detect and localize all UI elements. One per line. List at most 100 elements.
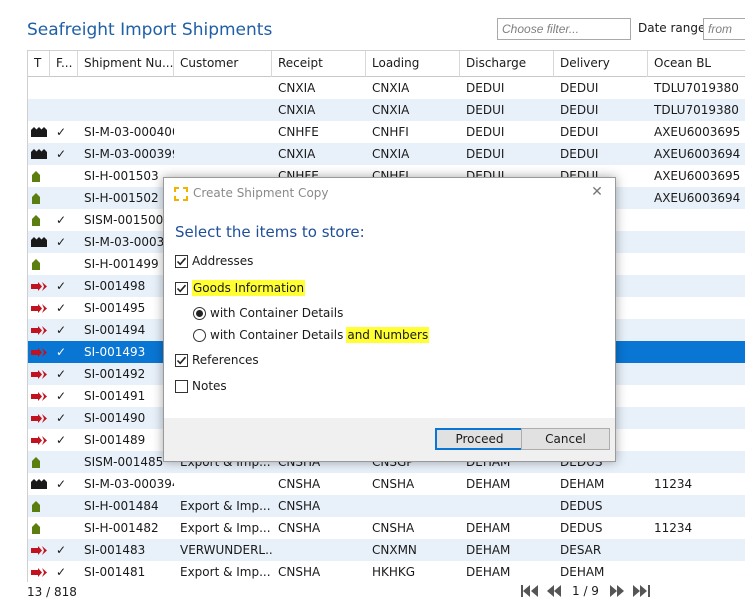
col-f-cell bbox=[50, 495, 78, 517]
page-indicator: 1 / 9 bbox=[572, 584, 599, 598]
table-row[interactable]: SI-H-001484 Export & Imp... CNSHA DEDUS bbox=[28, 495, 745, 517]
table-row[interactable]: CNXIA CNXIA DEDUI DEDUI TDLU7019380 bbox=[28, 99, 745, 121]
filter-input[interactable] bbox=[497, 18, 631, 40]
references-checkbox[interactable] bbox=[175, 353, 188, 367]
first-page-icon[interactable] bbox=[520, 583, 540, 599]
col-loading-header[interactable]: Loading bbox=[366, 51, 460, 77]
app-logo-icon bbox=[173, 186, 189, 205]
table-row[interactable]: ✓ SI-001483 VERWUNDERL... CNXMN DEHAM DESAR bbox=[28, 539, 745, 561]
col-shipment-number-cell: SI-M-03-000398 bbox=[84, 235, 174, 249]
notes-option[interactable]: Notes bbox=[175, 379, 227, 393]
table-row[interactable]: CNXIA CNXIA DEDUI DEDUI TDLU7019380 bbox=[28, 77, 745, 99]
notes-label: Notes bbox=[192, 379, 227, 393]
single-container-icon bbox=[31, 451, 41, 473]
with-container-details-and-numbers-option[interactable]: with Container Details and Numbers bbox=[193, 327, 430, 343]
col-discharge-cell: DEDUI bbox=[466, 125, 505, 139]
addresses-checkbox[interactable] bbox=[175, 254, 188, 268]
col-ocean-bl-cell bbox=[648, 429, 745, 451]
transfer-arrow-icon bbox=[31, 407, 47, 429]
col-receipt-cell: CNXIA bbox=[278, 81, 316, 95]
table-row[interactable]: ✓ SI-M-03-000399 CNXIA CNXIA DEDUI DEDUI AXEU6… bbox=[28, 143, 745, 165]
with-container-details-option[interactable]: with Container Details bbox=[193, 306, 343, 320]
col-delivery-cell: DEDUS bbox=[560, 499, 603, 513]
col-shipment-number-cell: SISM-001485 bbox=[84, 455, 164, 469]
table-row[interactable]: SI-H-001482 Export & Imp... CNSHA CNSHA DEHA… bbox=[28, 517, 745, 539]
col-f-cell bbox=[50, 517, 78, 539]
grid-header: T F... Shipment Nu... Customer Receipt Loadin… bbox=[28, 51, 745, 77]
col-loading-cell bbox=[366, 495, 460, 517]
goods-information-option[interactable]: Goods Information bbox=[175, 280, 306, 296]
col-discharge-cell: DEHAM bbox=[466, 543, 511, 557]
col-customer-header[interactable]: Customer bbox=[174, 51, 272, 77]
col-shipment-number-cell: SI-001483 bbox=[84, 543, 146, 557]
pager: 1 / 9 bbox=[520, 583, 651, 599]
col-ocean-bl-cell bbox=[648, 451, 745, 473]
col-customer-cell: VERWUNDERL... bbox=[180, 543, 272, 557]
col-discharge-cell: DEHAM bbox=[466, 565, 511, 579]
col-discharge-cell: DEDUI bbox=[466, 103, 505, 117]
next-page-icon[interactable] bbox=[607, 583, 627, 599]
col-receipt-cell bbox=[272, 539, 366, 561]
col-shipment-number-cell: SI-001491 bbox=[84, 389, 146, 403]
goods-information-label: Goods Information bbox=[192, 280, 306, 296]
close-icon[interactable]: ✕ bbox=[587, 182, 607, 202]
single-container-icon bbox=[31, 517, 41, 539]
addresses-label: Addresses bbox=[192, 254, 254, 268]
col-f-cell: ✓ bbox=[56, 411, 67, 425]
col-ocean-bl-cell bbox=[648, 297, 745, 319]
col-customer-cell bbox=[174, 121, 272, 143]
col-shipment-number-cell: SISM-001500 bbox=[84, 213, 164, 227]
col-f-cell bbox=[50, 187, 78, 209]
col-shipment-number-cell bbox=[78, 77, 174, 99]
col-shipment-number-header[interactable]: Shipment Nu... bbox=[78, 51, 174, 77]
col-customer-cell bbox=[174, 473, 272, 495]
col-f-cell: ✓ bbox=[56, 323, 67, 337]
col-type-header[interactable]: T bbox=[28, 51, 50, 77]
col-delivery-cell: DEHAM bbox=[560, 477, 605, 491]
transfer-arrow-icon bbox=[31, 385, 47, 407]
col-shipment-number-cell: SI-M-03-000394 bbox=[84, 477, 174, 491]
col-f-cell: ✓ bbox=[56, 565, 67, 579]
col-delivery-cell: DEDUI bbox=[560, 81, 599, 95]
col-shipment-number-cell: SI-001489 bbox=[84, 433, 146, 447]
col-ocean-bl-header[interactable]: Ocean BL bbox=[648, 51, 745, 77]
addresses-option[interactable]: Addresses bbox=[175, 254, 253, 268]
col-f-cell: ✓ bbox=[56, 213, 67, 227]
col-discharge-header[interactable]: Discharge bbox=[460, 51, 554, 77]
col-f-header[interactable]: F... bbox=[50, 51, 78, 77]
table-row[interactable]: ✓ SI-001481 Export & Imp... CNSHA HKHKG DEHAM… bbox=[28, 561, 745, 582]
previous-page-icon[interactable] bbox=[544, 583, 564, 599]
col-f-cell: ✓ bbox=[56, 389, 67, 403]
col-ocean-bl-cell bbox=[648, 363, 745, 385]
col-ocean-bl-cell: 11234 bbox=[654, 521, 693, 535]
col-shipment-number-cell bbox=[78, 99, 174, 121]
proceed-button[interactable]: Proceed bbox=[435, 428, 524, 450]
col-discharge-cell: DEHAM bbox=[466, 521, 511, 535]
with-container-details-and-numbers-radio[interactable] bbox=[193, 328, 206, 342]
col-ocean-bl-cell bbox=[648, 231, 745, 253]
col-receipt-header[interactable]: Receipt bbox=[272, 51, 366, 77]
transfer-arrow-icon bbox=[31, 561, 47, 582]
cancel-button[interactable]: Cancel bbox=[521, 428, 610, 450]
goods-information-checkbox[interactable] bbox=[175, 281, 188, 295]
table-row[interactable]: ✓ SI-M-03-000400 CNHFE CNHFI DEDUI DEDUI AXEU6… bbox=[28, 121, 745, 143]
date-from-input[interactable] bbox=[703, 18, 745, 40]
col-ocean-bl-cell: AXEU6003694 bbox=[654, 191, 741, 205]
col-shipment-number-cell: SI-H-001503 bbox=[84, 169, 159, 183]
multi-container-icon bbox=[31, 473, 47, 495]
col-ocean-bl-cell bbox=[648, 495, 745, 517]
col-f-cell: ✓ bbox=[56, 367, 67, 381]
last-page-icon[interactable] bbox=[631, 583, 651, 599]
col-shipment-number-cell: SI-M-03-000399 bbox=[84, 147, 174, 161]
col-receipt-cell: CNSHA bbox=[278, 477, 321, 491]
notes-checkbox[interactable] bbox=[175, 379, 188, 393]
date-range-label: Date range: bbox=[638, 21, 710, 35]
table-row[interactable]: ✓ SI-M-03-000394 CNSHA CNSHA DEHAM DEHAM 11234 bbox=[28, 473, 745, 495]
references-option[interactable]: References bbox=[175, 353, 259, 367]
multi-container-icon bbox=[31, 231, 47, 253]
col-f-cell: ✓ bbox=[56, 543, 67, 557]
single-container-icon bbox=[31, 495, 41, 517]
col-shipment-number-cell: SI-001490 bbox=[84, 411, 146, 425]
col-delivery-header[interactable]: Delivery bbox=[554, 51, 648, 77]
with-container-details-radio[interactable] bbox=[193, 306, 206, 320]
